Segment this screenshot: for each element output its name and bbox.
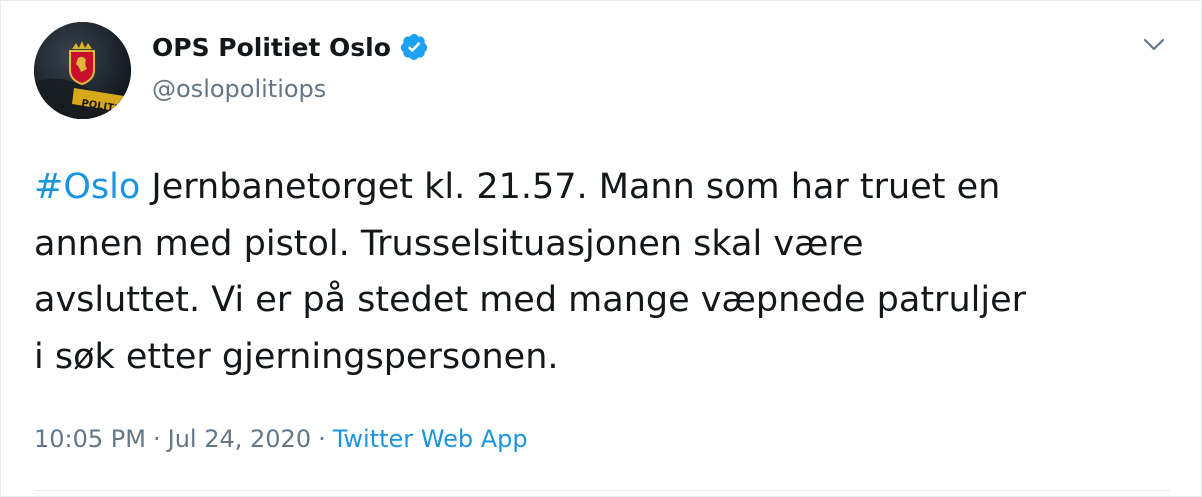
tweet-line-1: #Oslo Jernbanetorget kl. 21.57. Mann som…: [34, 159, 1174, 216]
tweet-date[interactable]: Jul 24, 2020: [168, 425, 311, 453]
tweet-text: #Oslo Jernbanetorget kl. 21.57. Mann som…: [34, 159, 1174, 385]
author-handle[interactable]: @oslopolitiops: [152, 75, 326, 103]
tweet-line-2: annen med pistol. Trusselsituasjonen ska…: [34, 223, 864, 264]
avatar[interactable]: POLITI: [34, 22, 131, 119]
police-shoulder-patch-icon: POLITI: [34, 22, 131, 119]
meta-separator: ·: [318, 425, 326, 453]
tweet-time[interactable]: 10:05 PM: [34, 425, 146, 453]
divider: [34, 490, 1170, 491]
tweet-card: POLITI OPS Politiet Oslo @oslopolitiops …: [0, 0, 1202, 497]
tweet-line-1-text: Jernbanetorget kl. 21.57. Mann som har t…: [140, 167, 1001, 207]
chevron-down-icon[interactable]: [1141, 34, 1167, 56]
tweet-meta: 10:05 PM · Jul 24, 2020 · Twitter Web App: [34, 425, 528, 453]
hashtag-link[interactable]: #Oslo: [34, 167, 140, 207]
meta-separator: ·: [152, 425, 161, 453]
author-name-text: OPS Politiet Oslo: [152, 32, 391, 62]
author-display-name[interactable]: OPS Politiet Oslo: [152, 32, 429, 62]
tweet-line-3: avsluttet. Vi er på stedet med mange væp…: [34, 280, 1026, 320]
verified-badge-icon: [400, 34, 428, 60]
tweet-source-link[interactable]: Twitter Web App: [333, 425, 528, 453]
tweet-line-4: i søk etter gjerningspersonen.: [34, 336, 559, 377]
